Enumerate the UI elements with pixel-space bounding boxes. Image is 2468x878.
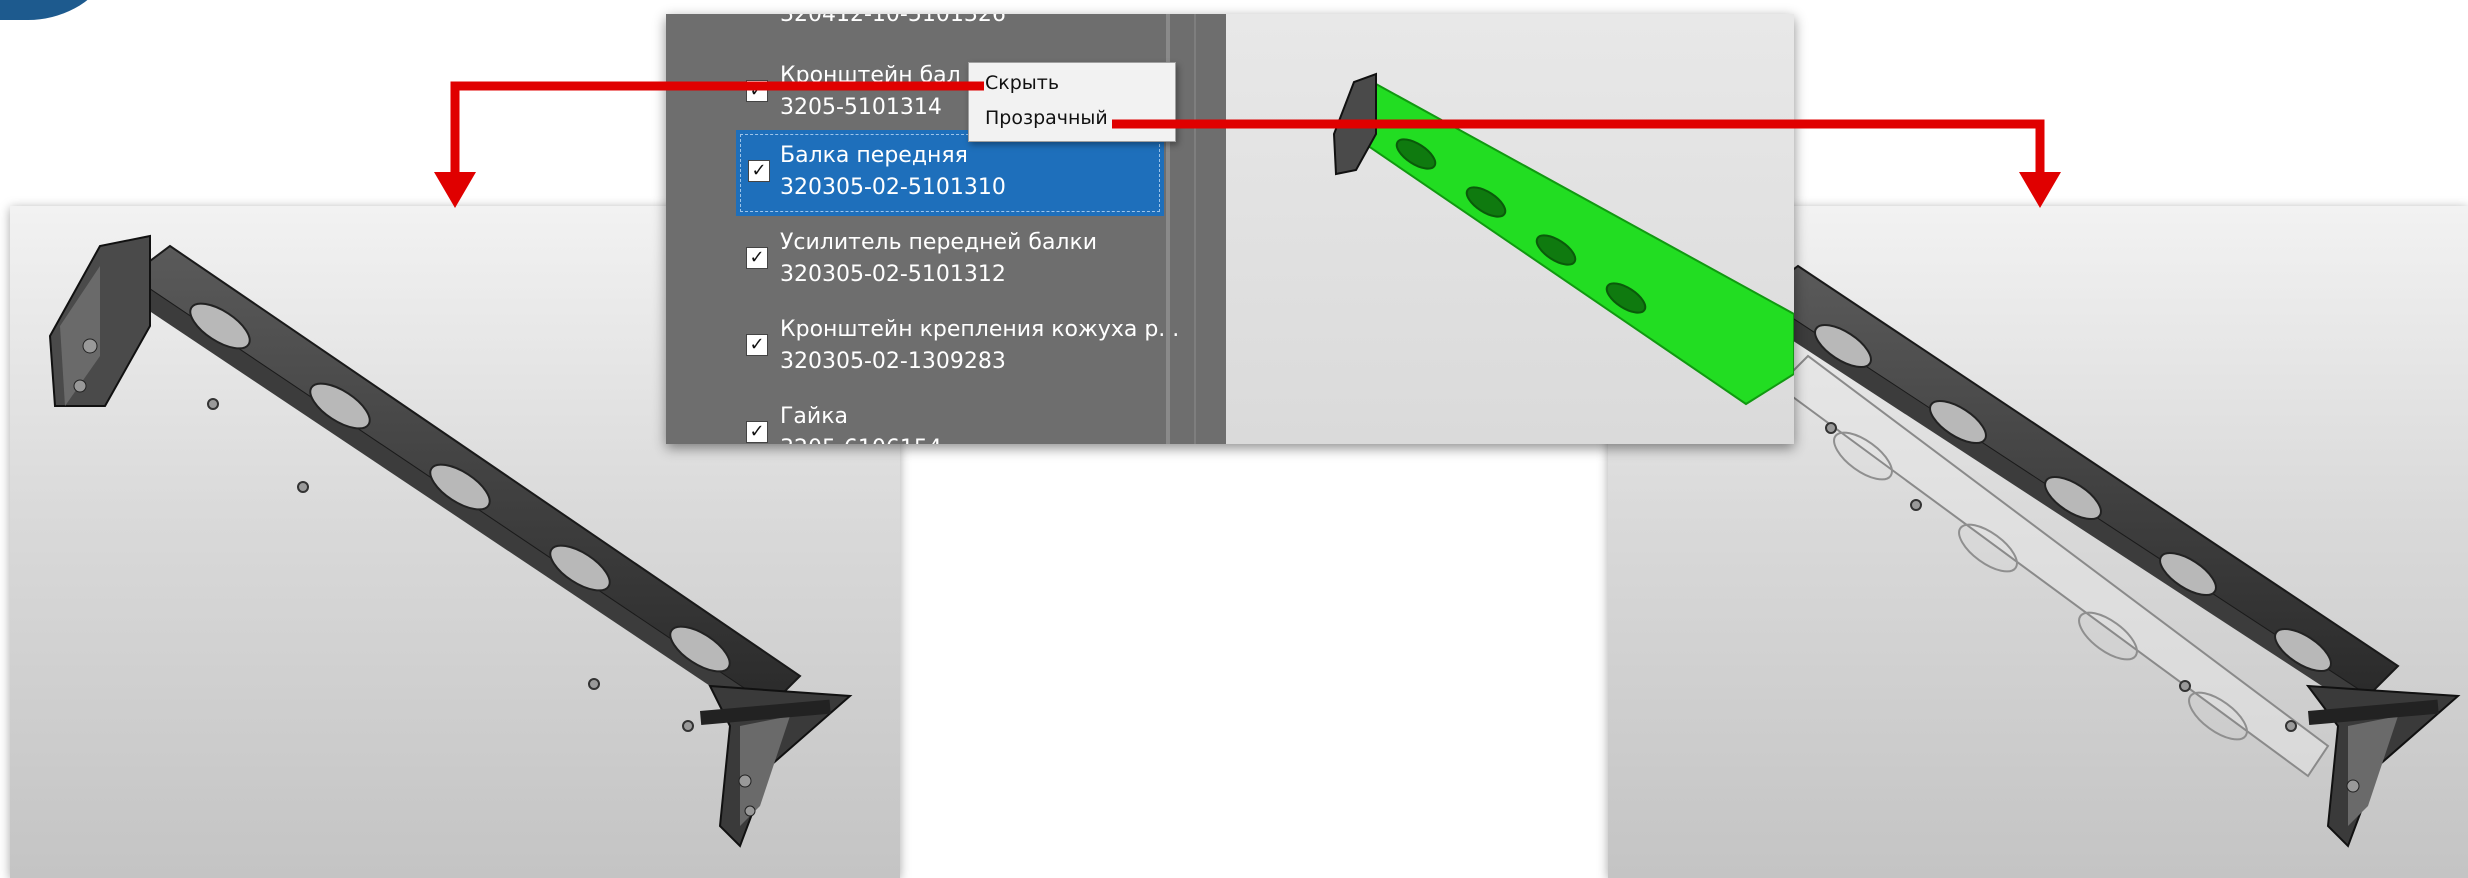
tree-item-partial-code: 320412-10-5101326: [780, 14, 1006, 27]
tree-item-code: 320305-02-5101312: [780, 262, 1006, 287]
checkbox-checked-icon[interactable]: ✓: [746, 334, 768, 356]
checkbox-checked-icon[interactable]: ✓: [746, 80, 768, 102]
tree-item-code: 320305-02-5101310: [780, 175, 1006, 200]
tree-item-beam-reinforcement[interactable]: ✓ Усилитель передней балки 320305-02-510…: [734, 217, 1164, 303]
tree-item-front-beam[interactable]: ✓ Балка передняя 320305-02-5101310: [736, 130, 1164, 216]
arrow-down-icon: [2019, 172, 2061, 208]
tree-item-code: 320305-02-1309283: [780, 349, 1006, 374]
arrow-down-icon: [434, 172, 476, 208]
context-menu: Скрыть Прозрачный: [968, 62, 1176, 142]
tree-item-cover-bracket[interactable]: ✓ Кронштейн крепления кожуха р... 320305…: [734, 304, 1179, 390]
mini-3d-viewport[interactable]: [1226, 14, 1794, 444]
tree-item-nut[interactable]: ✓ Гайка 3205-6106154: [734, 391, 1164, 444]
checkbox-checked-icon[interactable]: ✓: [748, 160, 770, 182]
tree-item-name: Усилитель передней балки: [780, 230, 1098, 255]
model-tree-window: 320412-10-5101326 ✓ Кронштейн бал 3205-5…: [666, 14, 1794, 444]
tree-item-name: Кронштейн бал: [780, 63, 961, 88]
tree-item-name: Кронштейн крепления кожуха р...: [780, 317, 1180, 342]
panel-border: [1194, 14, 1196, 444]
menu-item-hide[interactable]: Скрыть: [985, 68, 1059, 98]
brand-corner-logo: [0, 0, 110, 20]
menu-item-transparent[interactable]: Прозрачный: [985, 103, 1108, 133]
tree-item-code: 3205-6106154: [780, 433, 942, 444]
tree-item-name: Балка передняя: [780, 143, 968, 168]
tree-item-code: 3205-5101314: [780, 95, 942, 120]
selected-beam-model: [1332, 72, 1794, 406]
checkbox-checked-icon[interactable]: ✓: [746, 421, 768, 443]
tree-item-name: Гайка: [780, 404, 848, 429]
checkbox-checked-icon[interactable]: ✓: [746, 247, 768, 269]
